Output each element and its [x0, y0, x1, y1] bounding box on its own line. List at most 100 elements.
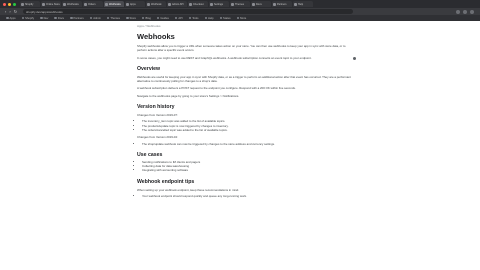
bullet-list: Your webhook endpoint should respond qui…	[137, 194, 355, 198]
tab-label: Help	[298, 2, 304, 6]
intro-paragraph: Shopify webhooks allow you to trigger a …	[137, 44, 346, 53]
bookmark-icon	[236, 16, 240, 20]
section-paragraph: A webhook subscription delivers a POST r…	[137, 86, 296, 91]
browser-tab[interactable]: Docs	[251, 1, 271, 7]
tab-label: Apps	[130, 2, 136, 6]
bookmark-item[interactable]: Tools	[188, 16, 199, 20]
bookmark-item[interactable]: Blog	[141, 16, 151, 20]
tab-favicon-icon	[294, 2, 297, 6]
bookmark-label: Blog	[145, 16, 151, 20]
bookmark-icon	[89, 16, 93, 20]
bookmark-icon	[141, 16, 145, 20]
intro-paragraph: In some cases, you might need to use RES…	[137, 55, 312, 60]
bullet-list: The inventory_item topic was added to th…	[137, 119, 355, 132]
browser-tab[interactable]: Checkout	[188, 1, 208, 7]
browser-tab[interactable]: Settings	[209, 1, 229, 7]
bookmark-item[interactable]: Admin	[89, 16, 101, 20]
tab-favicon-icon	[42, 2, 45, 6]
bookmark-label: Help	[208, 16, 214, 20]
close-window-icon[interactable]	[3, 2, 6, 6]
bookmark-label: Apps	[9, 16, 16, 20]
tab-label: Settings	[214, 2, 224, 6]
bookmark-label: Dev	[43, 16, 49, 20]
article: Apps / Webhooks Webhooks Shopify webhook…	[137, 24, 355, 198]
browser-tab[interactable]: Admin API	[167, 1, 187, 7]
bookmark-item[interactable]: More	[236, 16, 247, 20]
extension-icon[interactable]	[463, 9, 467, 14]
page-title: Webhooks	[137, 32, 175, 41]
browser-tab[interactable]: Apps	[125, 1, 145, 7]
tab-label: Docs	[256, 2, 262, 6]
bookmark-item[interactable]: Docs	[54, 17, 64, 20]
browser-tab[interactable]: Webhooks	[62, 1, 82, 7]
tab-favicon-icon	[189, 2, 192, 6]
section-heading: Webhook endpoint tips	[137, 178, 195, 185]
bullet-list: Sending notifications to IM clients and …	[137, 160, 355, 173]
bookmark-item[interactable]: Guides	[156, 16, 169, 20]
section-heading: Overview	[137, 65, 161, 72]
window-controls	[0, 2, 20, 6]
browser-tab[interactable]: Webhook	[146, 1, 166, 7]
reload-icon[interactable]: ↻	[14, 9, 17, 14]
list-item: Your webhook endpoint should respond qui…	[142, 194, 355, 198]
list-item: The orders/cancelled topic was added to …	[142, 128, 355, 132]
tab-label: Admin API	[172, 2, 184, 6]
bookmark-icon	[6, 16, 9, 20]
back-icon[interactable]: ‹	[5, 9, 6, 14]
address-text: shopify.dev/apps/webhooks	[26, 9, 63, 14]
bookmark-label: Guides	[160, 16, 169, 20]
browser-tab[interactable]: Shopify	[20, 1, 40, 7]
feedback-icon[interactable]	[353, 57, 356, 60]
tab-favicon-icon	[21, 2, 24, 6]
bookmark-icon	[40, 16, 43, 20]
bookmark-label: Tools	[192, 16, 199, 20]
bookmark-item[interactable]: Themes	[106, 16, 121, 20]
tab-label: Webhook	[151, 2, 162, 6]
bookmark-item[interactable]: API	[174, 16, 183, 20]
tab-label: Webhooks	[109, 2, 121, 6]
bookmark-label: More	[240, 16, 247, 20]
address-bar[interactable]: shopify.dev/apps/webhooks	[23, 9, 354, 14]
bookmark-item[interactable]: Shopify	[21, 16, 35, 20]
tab-bar: Shopify Online Store Webhooks Orders Webhook…	[0, 0, 480, 8]
browser-tab[interactable]: Themes	[230, 1, 250, 7]
toolbar: ‹ › ↻ shopify.dev/apps/webhooks	[0, 8, 480, 15]
minimize-window-icon[interactable]	[8, 2, 11, 6]
bookmark-label: Shopify	[25, 16, 35, 20]
tab-label: Partners	[277, 2, 287, 6]
profile-avatar[interactable]	[470, 9, 474, 14]
section-paragraph: Changes from Version 2019-07:	[137, 113, 178, 118]
extension-icon[interactable]	[456, 9, 460, 14]
browser-tab[interactable]: Online Store	[41, 1, 61, 7]
tab-label: Themes	[235, 2, 245, 6]
section-paragraph: Navigate to the webhooks page by going t…	[137, 93, 240, 98]
breadcrumb[interactable]: Apps / Webhooks	[137, 24, 355, 28]
tab-label: Orders	[88, 2, 96, 6]
browser-tab[interactable]: Orders	[83, 1, 103, 7]
tab-favicon-icon	[84, 2, 87, 6]
bookmark-item[interactable]: Store	[126, 17, 136, 20]
browser-tab[interactable]: Partners	[272, 1, 292, 7]
maximize-window-icon[interactable]	[13, 2, 16, 6]
bookmark-item[interactable]: Partners	[70, 17, 84, 20]
bookmark-item[interactable]: Help	[204, 16, 214, 20]
bookmark-item[interactable]: Dev	[40, 17, 48, 20]
tab-label: Webhooks	[67, 2, 79, 6]
forward-icon[interactable]: ›	[9, 9, 10, 14]
tab-favicon-icon	[105, 2, 108, 6]
browser-tab[interactable]: Help	[293, 1, 313, 7]
list-item: Integrating with accounting software	[142, 168, 355, 172]
bookmark-item[interactable]: Apps	[6, 17, 16, 20]
bookmark-label: Docs	[57, 16, 65, 20]
bookmark-item[interactable]: Status	[219, 17, 231, 20]
section-heading: Version history	[137, 104, 175, 111]
bookmark-label: Partners	[73, 16, 84, 20]
bookmark-label: Themes	[110, 16, 121, 20]
bookmark-label: API	[178, 16, 183, 20]
tab-favicon-icon	[168, 2, 171, 6]
tab-favicon-icon	[231, 2, 234, 6]
browser-tab[interactable]: Webhooks	[104, 1, 124, 7]
bookmark-icon	[204, 16, 207, 20]
tab-favicon-icon	[273, 2, 276, 6]
bookmark-icon	[174, 16, 178, 20]
